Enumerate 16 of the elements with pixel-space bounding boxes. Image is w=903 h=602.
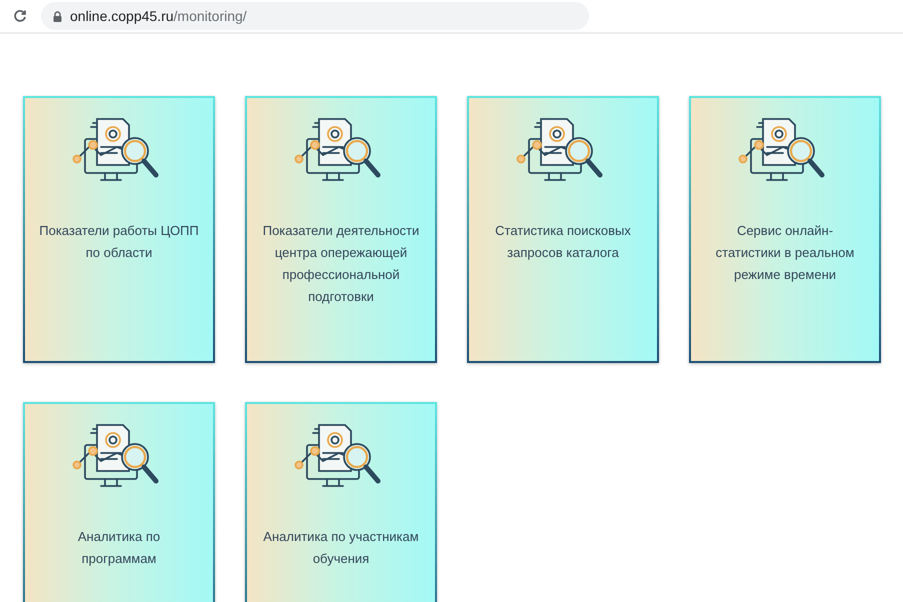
monitoring-card[interactable]: Статистика поисковых запросов каталога <box>467 96 659 363</box>
card-title: Сервис онлайн-статистики в реальном режиме времени <box>714 222 856 284</box>
lock-icon <box>53 10 62 22</box>
card-title: Статистика поисковых запросов каталога <box>494 222 632 262</box>
reload-icon[interactable] <box>13 9 27 23</box>
card-title: Аналитика по участникам обучения <box>262 528 420 568</box>
card-title: Показатели работы ЦОПП по области <box>39 222 199 262</box>
card-title: Показатели деятельности центра опережающей профессиональной подготовки <box>262 222 420 306</box>
monitoring-card[interactable]: Аналитика по программам <box>23 402 215 602</box>
monitoring-card[interactable]: Сервис онлайн-статистики в реальном режиме времени <box>689 96 881 363</box>
card-title: Аналитика по программам <box>76 528 162 568</box>
monitoring-card[interactable]: Показатели деятельности центра опережающей профессиональной подготовки <box>245 96 437 363</box>
monitoring-card[interactable]: Аналитика по участникам обучения <box>245 402 437 602</box>
monitoring-card[interactable]: Показатели работы ЦОПП по области <box>23 96 215 363</box>
url-text: online.copp45.ru/monitoring/ <box>70 8 247 24</box>
address-field[interactable]: online.copp45.ru/monitoring/ <box>41 2 589 30</box>
